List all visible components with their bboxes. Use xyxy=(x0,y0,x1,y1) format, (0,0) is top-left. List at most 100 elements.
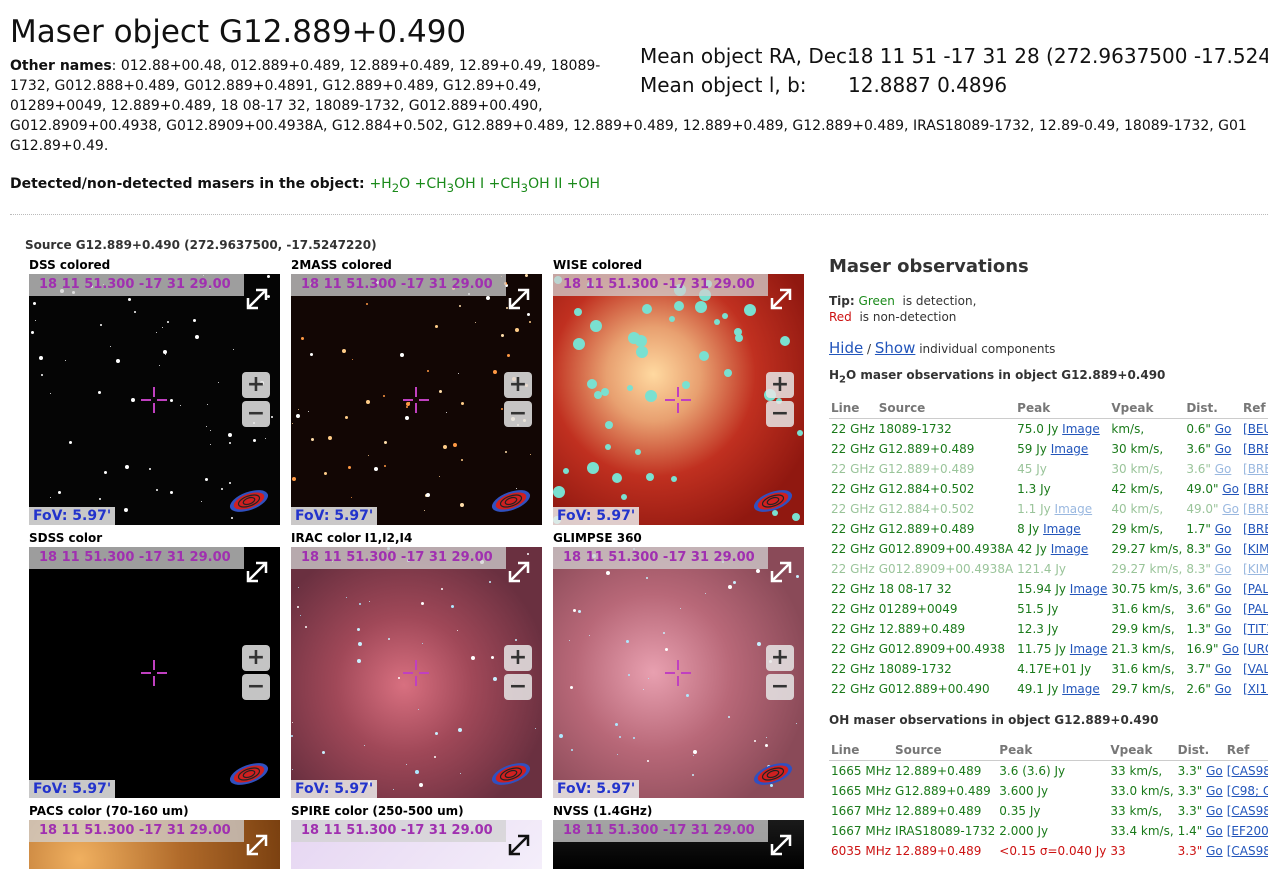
zoom-out-button[interactable]: − xyxy=(242,401,270,427)
go-link[interactable]: Go xyxy=(1215,622,1232,636)
star xyxy=(728,716,730,718)
zoom-out-button[interactable]: − xyxy=(242,674,270,700)
expand-icon[interactable] xyxy=(504,830,534,860)
zoom-out-button[interactable]: − xyxy=(766,401,794,427)
ref-cell: [BRE10] xyxy=(1241,439,1268,459)
reference-link[interactable]: [KIM18] xyxy=(1243,542,1268,556)
expand-icon[interactable] xyxy=(766,284,796,314)
fov-label: FoV: 5.97' xyxy=(553,780,640,798)
image-link[interactable]: Image xyxy=(1062,682,1100,696)
zoom-out-button[interactable]: − xyxy=(504,401,532,427)
sky-image-panel[interactable]: 18 11 51.300 -17 31 29.00 + − FoV: 5.97' xyxy=(29,274,280,525)
go-link[interactable]: Go xyxy=(1215,562,1232,576)
go-link[interactable]: Go xyxy=(1215,582,1232,596)
sky-image-panel[interactable]: 18 11 51.300 -17 31 29.00 xyxy=(291,820,542,869)
image-link[interactable]: Image xyxy=(1051,542,1089,556)
peak-cell: 8 Jy Image xyxy=(1017,522,1081,536)
sky-image-panel[interactable]: 18 11 51.300 -17 31 29.00 + − FoV: 5.97' xyxy=(553,274,804,525)
go-link[interactable]: Go xyxy=(1215,542,1232,556)
star xyxy=(292,477,296,481)
zoom-in-button[interactable]: + xyxy=(766,372,794,398)
expand-icon[interactable] xyxy=(766,557,796,587)
sky-image-panel[interactable]: 18 11 51.300 -17 31 29.00 xyxy=(553,820,804,869)
zoom-in-button[interactable]: + xyxy=(242,372,270,398)
go-link[interactable]: Go xyxy=(1215,462,1232,476)
reference-link[interactable]: [BRE10] xyxy=(1243,442,1268,456)
go-link[interactable]: Go xyxy=(1215,422,1232,436)
reference-link[interactable]: [VAL01] xyxy=(1243,662,1268,676)
zoom-in-button[interactable]: + xyxy=(504,372,532,398)
go-link[interactable]: Go xyxy=(1215,662,1232,676)
star xyxy=(229,442,231,444)
reference-link[interactable]: [BEU02] xyxy=(1243,422,1268,436)
reference-link[interactable]: [BRE10] xyxy=(1243,462,1268,476)
go-link[interactable]: Go xyxy=(1215,442,1232,456)
expand-icon[interactable] xyxy=(504,284,534,314)
zoom-in-button[interactable]: + xyxy=(504,645,532,671)
image-link[interactable]: Image xyxy=(1070,642,1108,656)
source-cell: IRAS18089-1732 xyxy=(895,824,996,838)
reference-link[interactable]: [XI15] xyxy=(1243,682,1268,696)
reference-link[interactable]: [PAL91] xyxy=(1243,582,1268,596)
sky-image-panel[interactable]: 18 11 51.300 -17 31 29.00 + − FoV: 5.97' xyxy=(553,547,804,798)
expand-icon[interactable] xyxy=(242,557,272,587)
star xyxy=(291,735,293,737)
sky-image-panel[interactable]: 18 11 51.300 -17 31 29.00 xyxy=(29,820,280,869)
table-row: 1667 MHz IRAS18089-1732 2.000 Jy 33.4 km/s… xyxy=(829,821,1268,841)
image-link[interactable]: Image xyxy=(1062,422,1100,436)
go-link[interactable]: Go xyxy=(1206,784,1223,798)
image-link[interactable]: Image xyxy=(1055,502,1093,516)
show-link[interactable]: Show xyxy=(875,339,915,357)
image-link[interactable]: Image xyxy=(1043,522,1081,536)
reference-link[interactable]: [KIM18] xyxy=(1243,562,1268,576)
sky-image-panel[interactable]: 18 11 51.300 -17 31 29.00 + − FoV: 5.97' xyxy=(291,274,542,525)
expand-icon[interactable] xyxy=(504,557,534,587)
image-link[interactable]: Image xyxy=(1070,582,1108,596)
go-link[interactable]: Go xyxy=(1215,522,1232,536)
reference-link[interactable]: [URQ11] xyxy=(1243,642,1268,656)
reference-link[interactable]: [PAL93B] xyxy=(1243,602,1268,616)
detected-tags: +H2O +CH3OH I +CH3OH II +OH xyxy=(369,176,601,195)
zoom-in-button[interactable]: + xyxy=(766,645,794,671)
reference-link[interactable]: [EF2007; Q xyxy=(1227,824,1268,838)
go-link[interactable]: Go xyxy=(1206,824,1223,838)
reference-link[interactable]: [BRE10] xyxy=(1243,482,1268,496)
star xyxy=(515,328,519,332)
expand-icon[interactable] xyxy=(242,284,272,314)
sky-image-panel[interactable]: 18 11 51.300 -17 31 29.00 + − FoV: 5.97' xyxy=(29,547,280,798)
go-link[interactable]: Go xyxy=(1206,804,1223,818)
zoom-in-button[interactable]: + xyxy=(242,645,270,671)
tip-green: Green xyxy=(858,294,895,308)
zoom-out-button[interactable]: − xyxy=(504,674,532,700)
column-header: Vpeak xyxy=(1108,740,1176,761)
reference-link[interactable]: [TIT14] xyxy=(1243,622,1268,636)
star xyxy=(621,494,627,500)
reference-link[interactable]: [BRE10] xyxy=(1243,502,1268,516)
reference-link[interactable]: [C98; QIA1 xyxy=(1227,784,1268,798)
image-link[interactable]: Image xyxy=(1051,442,1089,456)
go-link[interactable]: Go xyxy=(1222,642,1239,656)
star xyxy=(156,489,158,491)
reference-link[interactable]: [CAS98] xyxy=(1227,844,1268,858)
star xyxy=(766,737,767,738)
reference-link[interactable]: [CAS98] xyxy=(1227,764,1268,778)
go-link[interactable]: Go xyxy=(1206,764,1223,778)
reference-link[interactable]: [CAS98] xyxy=(1227,804,1268,818)
go-link[interactable]: Go xyxy=(1206,844,1223,858)
reference-link[interactable]: [BRE11] xyxy=(1243,522,1268,536)
source-cell: G12.889+0.489 xyxy=(895,784,991,798)
go-link[interactable]: Go xyxy=(1215,602,1232,616)
zoom-out-button[interactable]: − xyxy=(766,674,794,700)
expand-icon[interactable] xyxy=(766,830,796,860)
star xyxy=(439,476,440,477)
go-link[interactable]: Go xyxy=(1215,682,1232,696)
maser-observations-title: Maser observations xyxy=(829,256,1029,277)
star xyxy=(271,416,273,418)
crosshair-icon xyxy=(665,660,691,686)
expand-icon[interactable] xyxy=(242,830,272,860)
hide-link[interactable]: Hide xyxy=(829,339,863,357)
go-link[interactable]: Go xyxy=(1222,482,1239,496)
sky-image-panel[interactable]: 18 11 51.300 -17 31 29.00 + − FoV: 5.97' xyxy=(291,547,542,798)
go-link[interactable]: Go xyxy=(1222,502,1239,516)
star xyxy=(594,391,602,399)
